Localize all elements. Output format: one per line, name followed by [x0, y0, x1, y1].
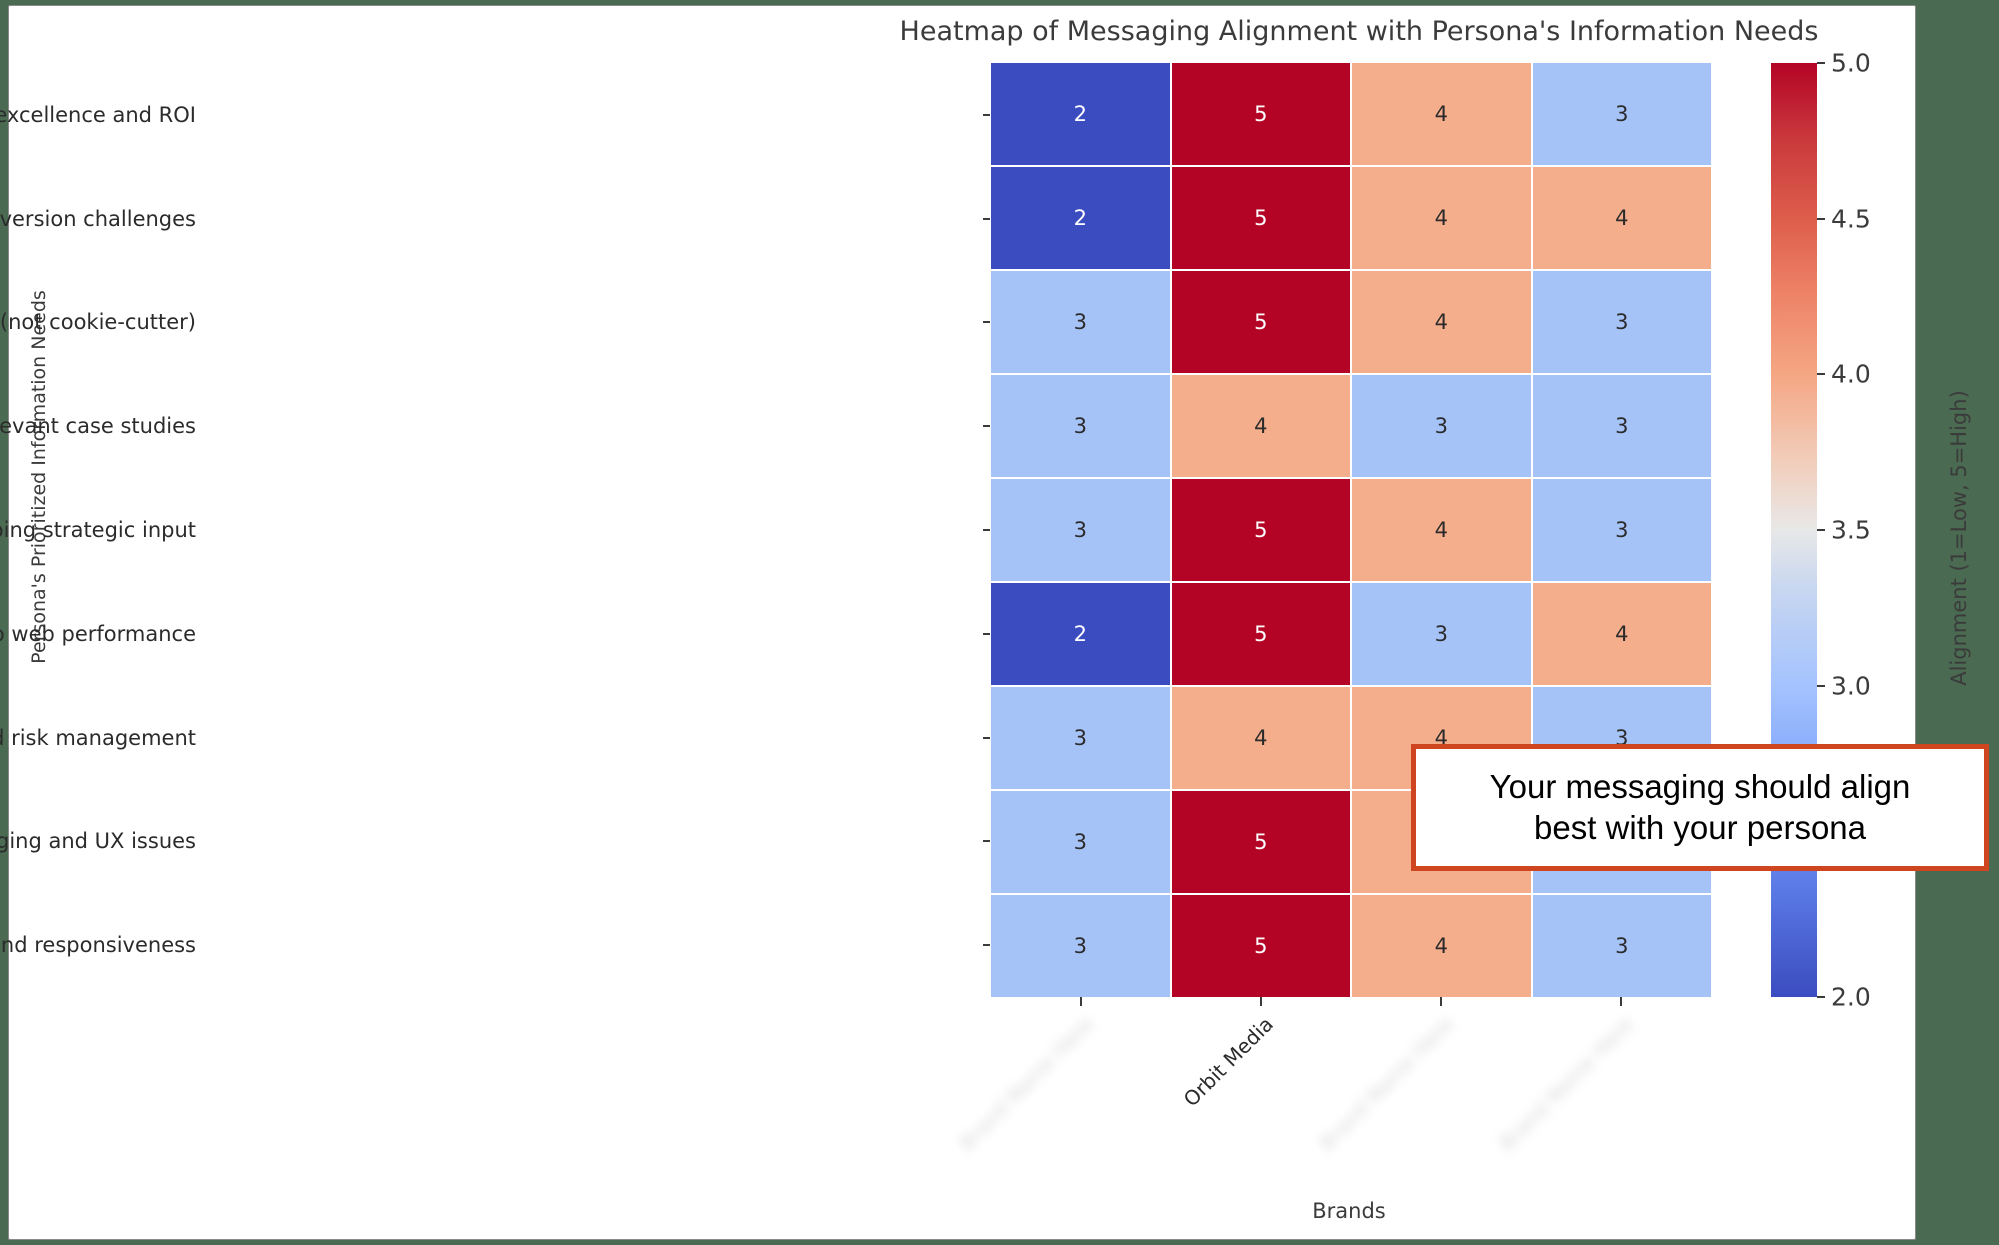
colorbar-tick-mark [1817, 373, 1825, 376]
y-tick-label: Proven process for addressing outdated m… [0, 829, 196, 854]
annotation-callout-text: Your messaging should align best with yo… [1490, 767, 1911, 848]
heatmap-cell: 3 [991, 791, 1170, 893]
chart-title: Heatmap of Messaging Alignment with Pers… [899, 16, 1819, 47]
x-tick-label: Brand Name Here [954, 1012, 1098, 1156]
y-axis-title: Persona's Prioritized Information Needs [28, 290, 50, 664]
y-tick-mark [983, 425, 990, 428]
heatmap-cell: 4 [1352, 479, 1531, 581]
y-tick-label: Trust-building through communication and… [0, 933, 196, 958]
colorbar-tick-label: 4.0 [1831, 359, 1871, 389]
y-tick-label: Tailored and collaborative approach (not… [0, 310, 196, 335]
y-tick-label: Industry-specific experience and relevan… [0, 414, 196, 439]
heatmap-cell: 5 [1171, 895, 1350, 997]
annotation-callout: Your messaging should align best with yo… [1411, 744, 1989, 871]
heatmap-cell: 3 [1532, 63, 1711, 165]
heatmap-cell: 2 [991, 583, 1170, 685]
colorbar-tick-mark [1817, 996, 1825, 998]
y-tick-mark [983, 113, 990, 116]
x-tick-label: Orbit Media [1178, 1012, 1278, 1112]
y-tick-label: Data-driven approach to web performance [0, 621, 196, 646]
x-tick-label: Brand Name Here [1494, 1012, 1638, 1156]
heatmap-cell: 4 [1352, 271, 1531, 373]
y-tick-mark [983, 840, 990, 843]
x-tick-mark [1260, 997, 1262, 1006]
heatmap-cell: 3 [991, 687, 1170, 789]
heatmap-cell: 3 [991, 895, 1170, 997]
heatmap-cell: 3 [991, 375, 1170, 477]
heatmap-cell: 5 [1171, 167, 1350, 269]
x-tick-mark [1620, 997, 1622, 1006]
heatmap-cell: 4 [1352, 167, 1531, 269]
y-tick-mark [983, 529, 990, 531]
colorbar-tick-label: 3.0 [1831, 671, 1871, 701]
heatmap-cell: 4 [1352, 63, 1531, 165]
heatmap-cell: 3 [1532, 479, 1711, 581]
heatmap-cell: 5 [1171, 479, 1350, 581]
colorbar-tick-label: 3.5 [1831, 515, 1871, 545]
colorbar-title: Alignment (1=Low, 5=High) [1947, 390, 1971, 686]
heatmap-cell: 5 [1171, 583, 1350, 685]
heatmap-cell: 5 [1171, 271, 1350, 373]
heatmap-cell: 3 [991, 271, 1170, 373]
heatmap-cell: 3 [991, 479, 1170, 581]
colorbar-tick-label: 2.0 [1831, 982, 1871, 1012]
x-axis-title: Brands [1312, 1199, 1386, 1223]
colorbar-tick-mark [1817, 62, 1825, 64]
heatmap-cell: 2 [991, 63, 1170, 165]
y-tick-label: Clear evidence of operational excellence… [0, 102, 196, 127]
heatmap-cell: 4 [1532, 583, 1711, 685]
y-tick-label: Cost transparency and risk management [0, 725, 196, 750]
callout-line-2: best with your persona [1533, 808, 1866, 846]
x-tick-label: Brand Name Here [1314, 1012, 1458, 1156]
heatmap-cell: 3 [1352, 375, 1531, 477]
heatmap-cell: 3 [1532, 895, 1711, 997]
colorbar-tick-mark [1817, 217, 1825, 220]
heatmap-cell: 5 [1171, 63, 1350, 165]
callout-line-1: Your messaging should align [1489, 768, 1911, 806]
colorbar-tick-mark [1817, 529, 1825, 531]
y-tick-mark [983, 217, 990, 220]
colorbar-tick-label: 5.0 [1831, 48, 1871, 78]
y-tick-mark [983, 321, 990, 324]
y-tick-mark [983, 632, 990, 635]
heatmap-cell: 4 [1352, 895, 1531, 997]
figure-canvas: Heatmap of Messaging Alignment with Pers… [0, 5, 1989, 1240]
y-tick-mark [983, 944, 990, 947]
heatmap-cell: 4 [1171, 687, 1350, 789]
colorbar-tick-label: 4.5 [1831, 204, 1871, 234]
y-tick-label: Expertise in solving SEO, lead generatio… [0, 206, 196, 231]
y-tick-label: Post-launch support and ongoing strategi… [0, 518, 196, 542]
heatmap-cell: 2 [991, 167, 1170, 269]
heatmap-cell: 5 [1171, 791, 1350, 893]
y-tick-mark [983, 736, 990, 739]
x-tick-mark [1080, 997, 1082, 1006]
heatmap-cell: 4 [1532, 167, 1711, 269]
colorbar-tick-mark [1817, 684, 1825, 687]
heatmap-cell: 3 [1532, 271, 1711, 373]
heatmap-cell: 3 [1352, 583, 1531, 685]
heatmap-cell: 4 [1171, 375, 1350, 477]
x-tick-mark [1440, 997, 1442, 1006]
heatmap-cell: 3 [1532, 375, 1711, 477]
